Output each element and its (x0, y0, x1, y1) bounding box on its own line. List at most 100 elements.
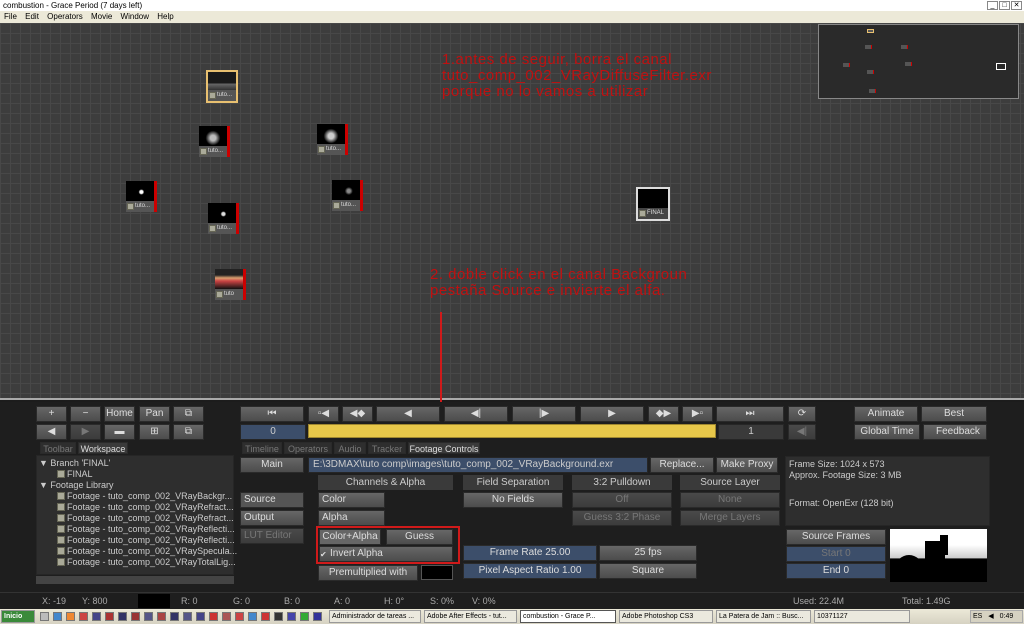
next-keyframe-icon[interactable]: ◆▶ (648, 406, 679, 422)
quicklaunch-icon[interactable] (144, 612, 153, 621)
tree-footage-item[interactable]: Footage - tuto_comp_002_VRaySpecula... (57, 546, 237, 557)
color-button[interactable]: Color (318, 492, 385, 508)
fps-dropdown[interactable]: 25 fps (599, 545, 697, 561)
replace-button[interactable]: Replace... (650, 457, 714, 473)
premultiplied-checkbox[interactable]: Premultiplied with (318, 565, 418, 581)
fields-dropdown[interactable]: No Fields (463, 492, 563, 508)
quicklaunch-icon[interactable] (79, 612, 88, 621)
forward-arrow-icon[interactable]: ▶ (70, 424, 101, 440)
step-back-icon[interactable]: ◀| (444, 406, 508, 422)
pixel-aspect-field[interactable]: Pixel Aspect Ratio 1.00 (463, 563, 597, 579)
close-button[interactable]: ✕ (1011, 1, 1022, 10)
aspect-dropdown[interactable]: Square (599, 563, 697, 579)
menu-file[interactable]: File (4, 12, 17, 21)
output-tab-button[interactable]: Output (240, 510, 304, 526)
quicklaunch-icon[interactable] (313, 612, 322, 621)
main-tab-button[interactable]: Main (240, 457, 304, 473)
zoom-out-button[interactable]: − (70, 406, 101, 422)
quicklaunch-icon[interactable] (287, 612, 296, 621)
quicklaunch-icon[interactable] (235, 612, 244, 621)
back-arrow-icon[interactable]: ◀ (36, 424, 67, 440)
quality-dropdown[interactable]: Best (921, 406, 987, 422)
taskbar-window[interactable]: 10371127 (814, 610, 910, 623)
pan-button[interactable]: Pan (139, 406, 170, 422)
frame-rate-field[interactable]: Frame Rate 25.00 (463, 545, 597, 561)
start-frame-field[interactable]: Start 0 (786, 546, 886, 562)
tab-footage-controls[interactable]: Footage Controls (408, 442, 480, 454)
taskbar-browser[interactable]: La Patera de Jam :: Busc... (716, 610, 811, 623)
stop-icon[interactable]: ◀| (788, 424, 816, 440)
tree-footage-library[interactable]: ▼ Footage Library (39, 480, 113, 491)
step-in-icon[interactable]: ▫◀ (308, 406, 339, 422)
menu-help[interactable]: Help (157, 12, 173, 21)
snapshot-icon[interactable]: ⧉ (173, 424, 204, 440)
language-indicator[interactable]: ES (973, 613, 982, 620)
guess-pulldown-button[interactable]: Guess 3:2 Phase (572, 510, 672, 526)
feedback-checkbox[interactable]: Feedback (923, 424, 987, 440)
tab-operators[interactable]: Operators (284, 442, 332, 454)
taskbar-photoshop[interactable]: Adobe Photoshop CS3 (619, 610, 713, 623)
source-layer-dropdown[interactable]: None (680, 492, 780, 508)
footage-path-field[interactable]: E:\3DMAX\tuto comp\images\tuto_comp_002_… (308, 457, 648, 473)
end-frame-field[interactable]: 1 (718, 424, 784, 440)
quicklaunch-icon[interactable] (66, 612, 75, 621)
quicklaunch-icon[interactable] (183, 612, 192, 621)
menu-edit[interactable]: Edit (25, 12, 39, 21)
schematic-node[interactable]: tuto (215, 269, 246, 300)
tree-footage-item[interactable]: Footage - tuto_comp_002_VRayRefract... (57, 502, 234, 513)
menu-window[interactable]: Window (121, 12, 149, 21)
schematic-node[interactable]: tuto... (332, 180, 363, 211)
go-to-start-icon[interactable]: ⏮ (240, 406, 304, 422)
source-frames-button[interactable]: Source Frames (786, 529, 886, 545)
go-to-end-icon[interactable]: ⏭ (716, 406, 784, 422)
tree-item-final[interactable]: FINAL (57, 469, 93, 480)
step-out-icon[interactable]: ▶▫ (682, 406, 713, 422)
quicklaunch-icon[interactable] (157, 612, 166, 621)
taskbar-task-manager[interactable]: Administrador de tareas ... (329, 610, 421, 623)
quicklaunch-icon[interactable] (300, 612, 309, 621)
quicklaunch-icon[interactable] (118, 612, 127, 621)
workspace-minimap[interactable] (818, 24, 1019, 99)
quicklaunch-icon[interactable] (92, 612, 101, 621)
tab-workspace[interactable]: Workspace (78, 442, 128, 454)
home-button[interactable]: Home (104, 406, 135, 422)
quicklaunch-icon[interactable] (196, 612, 205, 621)
pulldown-dropdown[interactable]: Off (572, 492, 672, 508)
zoom-in-button[interactable]: + (36, 406, 67, 422)
tree-footage-item[interactable]: Footage - tuto_comp_002_VRayTotalLig... (57, 557, 236, 568)
menu-operators[interactable]: Operators (47, 12, 83, 21)
fit-view-icon[interactable]: ⊞ (139, 424, 170, 440)
source-tab-button[interactable]: Source (240, 492, 304, 508)
tree-footage-item[interactable]: Footage - tuto_comp_002_VRayRefract... (57, 513, 234, 524)
tree-branch-final[interactable]: ▼ Branch 'FINAL' (39, 458, 110, 469)
back-keyframe-icon[interactable]: ◀◆ (342, 406, 373, 422)
schematic-node-selected[interactable]: tuto... (206, 70, 238, 103)
quicklaunch-icon[interactable] (261, 612, 270, 621)
start-button[interactable]: Inicio (1, 610, 35, 623)
quicklaunch-icon[interactable] (105, 612, 114, 621)
quicklaunch-icon[interactable] (248, 612, 257, 621)
tree-footage-item[interactable]: Footage - tuto_comp_002_VRayReflecti... (57, 524, 235, 535)
quicklaunch-icon[interactable] (40, 612, 49, 621)
taskbar-combustion[interactable]: combustion - Grace P... (520, 610, 616, 623)
current-frame-field[interactable]: 0 (240, 424, 306, 440)
global-time-dropdown[interactable]: Global Time (854, 424, 920, 440)
merge-layers-button[interactable]: Merge Layers (680, 510, 780, 526)
play-backward-icon[interactable]: ◀ (376, 406, 440, 422)
quicklaunch-icon[interactable] (131, 612, 140, 621)
alpha-button[interactable]: Alpha (318, 510, 385, 526)
premultiply-color-swatch[interactable] (421, 565, 453, 580)
make-proxy-button[interactable]: Make Proxy (716, 457, 778, 473)
taskbar-after-effects[interactable]: Adobe After Effects - tut... (424, 610, 517, 623)
animate-button[interactable]: Animate (854, 406, 918, 422)
tab-tracker[interactable]: Tracker (368, 442, 406, 454)
layout-icon[interactable]: ⧉ (173, 406, 204, 422)
schematic-node[interactable]: tuto... (126, 181, 157, 212)
schematic-node[interactable]: tuto... (317, 124, 348, 155)
quicklaunch-icon[interactable] (209, 612, 218, 621)
quicklaunch-icon[interactable] (222, 612, 231, 621)
quicklaunch-icon[interactable] (53, 612, 62, 621)
loop-icon[interactable]: ⟳ (788, 406, 816, 422)
tab-timeline[interactable]: Timeline (242, 442, 282, 454)
tree-footage-item[interactable]: Footage - tuto_comp_002_VRayBackgr... (57, 491, 232, 502)
